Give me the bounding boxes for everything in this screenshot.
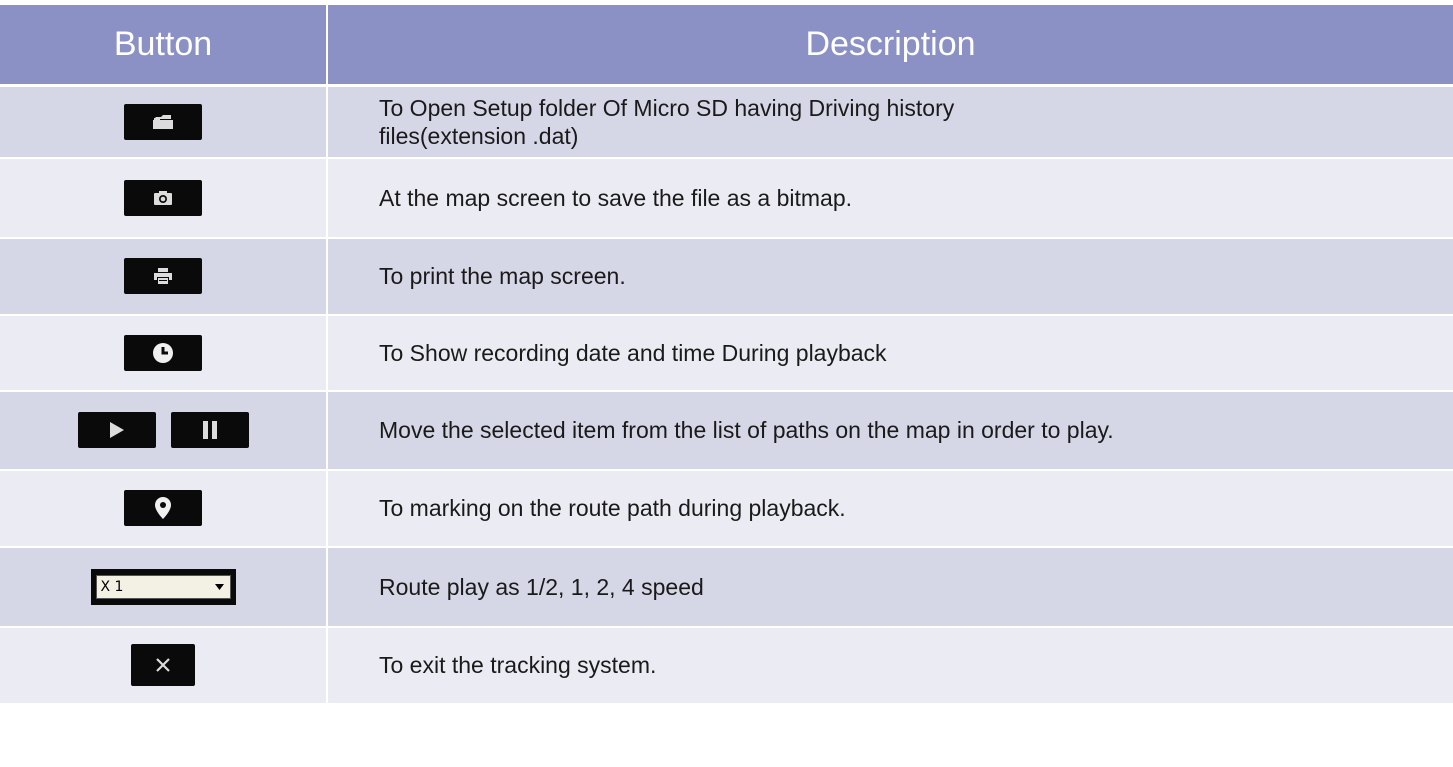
button-cell: X 1	[0, 546, 328, 628]
marker-button[interactable]	[124, 490, 202, 526]
header-button: Button	[0, 5, 328, 87]
description-cell: To Show recording date and time During p…	[327, 314, 1453, 392]
description-cell: Route play as 1/2, 1, 2, 4 speed	[327, 546, 1453, 628]
description-cell: To print the map screen.	[327, 237, 1453, 316]
pause-button[interactable]	[170, 412, 249, 448]
table-header-row: Button Description	[0, 5, 1453, 87]
button-cell	[0, 157, 328, 239]
table-row: To print the map screen.	[0, 237, 1453, 316]
camera-icon	[154, 190, 172, 205]
table-row: X 1 Route play as 1/2, 1, 2, 4 speed	[0, 546, 1453, 628]
description-line: To Open Setup folder Of Micro SD having …	[379, 94, 955, 121]
button-cell	[0, 626, 328, 705]
header-description: Description	[327, 5, 1453, 87]
button-cell	[0, 314, 328, 392]
description-cell: To Open Setup folder Of Micro SD having …	[327, 85, 1453, 159]
exit-button[interactable]	[131, 644, 195, 686]
close-icon	[156, 658, 170, 672]
description-line: files(extension .dat)	[379, 122, 579, 149]
clock-icon	[153, 342, 173, 363]
show-time-button[interactable]	[124, 334, 202, 371]
play-button[interactable]	[77, 412, 156, 448]
folder-icon	[153, 114, 173, 129]
dropdown-field: X 1	[95, 574, 231, 599]
map-pin-icon	[155, 497, 171, 519]
description-cell: Move the selected item from the list of …	[327, 390, 1453, 471]
description-cell: To exit the tracking system.	[327, 626, 1453, 705]
button-cell	[0, 85, 328, 159]
description-cell: At the map screen to save the file as a …	[327, 157, 1453, 239]
open-folder-button[interactable]	[124, 103, 202, 140]
table-row: To Show recording date and time During p…	[0, 314, 1453, 392]
table-row: To marking on the route path during play…	[0, 469, 1453, 548]
save-bitmap-button[interactable]	[124, 179, 202, 216]
button-cell	[0, 237, 328, 316]
table-row: At the map screen to save the file as a …	[0, 157, 1453, 239]
table-row: Move the selected item from the list of …	[0, 390, 1453, 471]
table-row: To Open Setup folder Of Micro SD having …	[0, 85, 1453, 159]
play-pause-group	[77, 412, 249, 448]
printer-icon	[154, 268, 172, 284]
button-cell	[0, 390, 328, 471]
speed-dropdown[interactable]: X 1	[90, 568, 236, 605]
pause-icon	[202, 421, 217, 439]
button-description-table: Button Description To Open Setup folder …	[0, 5, 1453, 705]
button-cell	[0, 469, 328, 548]
play-icon	[109, 422, 124, 438]
chevron-down-icon	[214, 583, 224, 590]
table-row: To exit the tracking system.	[0, 626, 1453, 705]
dropdown-value: X 1	[100, 578, 124, 595]
description-cell: To marking on the route path during play…	[327, 469, 1453, 548]
print-button[interactable]	[124, 258, 202, 294]
